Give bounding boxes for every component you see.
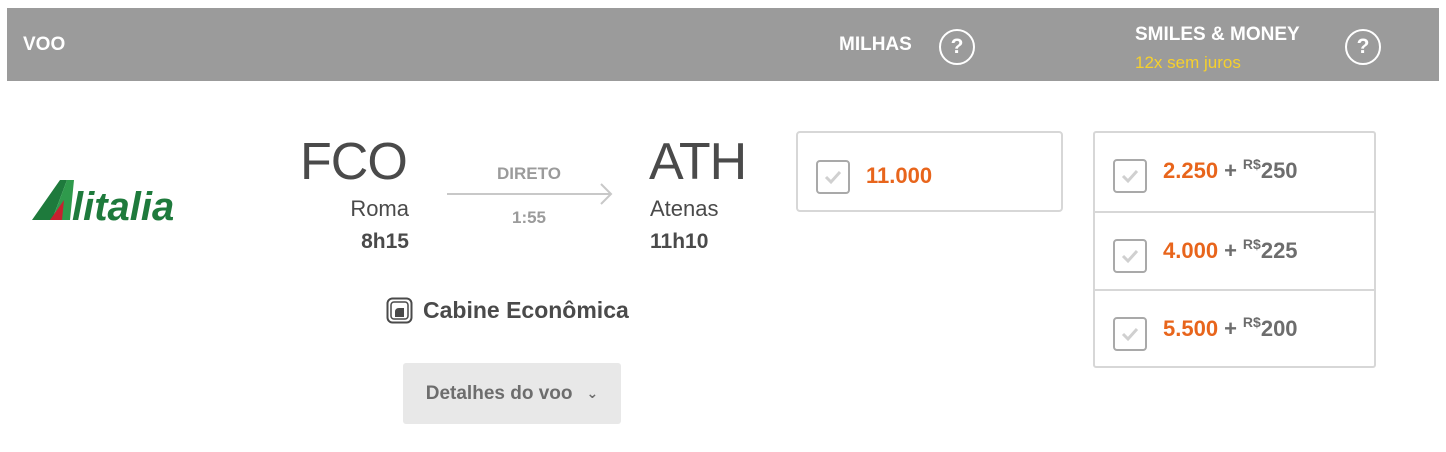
option-currency: R$ [1242, 236, 1261, 252]
stops-label: DIRETO [497, 164, 561, 183]
checkmark-icon [1121, 169, 1139, 184]
flight-duration: 1:55 [511, 208, 547, 227]
option-money: 225 [1260, 238, 1298, 263]
smiles-money-options: 2.250 + R$250 4.000 + R$225 5.500 + R$200 [1093, 131, 1376, 368]
checkmark-icon [824, 170, 842, 185]
column-voo-label: VOO [23, 34, 66, 55]
option-miles: 5.500 [1163, 316, 1219, 341]
seat-icon [386, 297, 413, 324]
option-money: 250 [1260, 158, 1298, 183]
option-currency: R$ [1242, 156, 1261, 172]
milhas-help-icon[interactable]: ? [939, 29, 975, 65]
origin-code: FCO [300, 133, 408, 191]
arrival-time: 11h10 [650, 230, 709, 253]
option-miles: 2.250 [1163, 158, 1219, 183]
column-milhas-label: MILHAS [839, 34, 912, 55]
checkmark-icon [1121, 327, 1139, 342]
option-plus: + [1224, 316, 1237, 341]
flight-details-label: Detalhes do voo [425, 382, 573, 404]
departure-time: 8h15 [361, 230, 409, 253]
option-miles: 4.000 [1163, 238, 1219, 263]
smiles-money-option[interactable]: 4.000 + R$225 [1095, 211, 1374, 291]
flight-details-button[interactable]: Detalhes do voo ⌄ [403, 363, 621, 424]
option-plus: + [1224, 238, 1237, 263]
smiles-money-option[interactable]: 2.250 + R$250 [1095, 133, 1374, 211]
smiles-money-option[interactable]: 5.500 + R$200 [1095, 289, 1374, 369]
miles-option-checkbox[interactable] [816, 160, 850, 194]
cabin-class: Cabine Econômica [423, 297, 629, 323]
option-checkbox[interactable] [1113, 239, 1147, 273]
destination-city: Atenas [650, 196, 719, 221]
option-checkbox[interactable] [1113, 159, 1147, 193]
chevron-down-icon: ⌄ [586, 385, 599, 401]
destination-code: ATH [649, 133, 747, 191]
option-checkbox[interactable] [1113, 317, 1147, 351]
miles-option-card[interactable]: 11.000 [796, 131, 1063, 212]
results-header: VOO MILHAS ? SMILES & MONEY 12x sem juro… [7, 8, 1439, 81]
checkmark-icon [1121, 249, 1139, 264]
option-price: 4.000 + R$225 [1163, 236, 1298, 264]
option-currency: R$ [1242, 314, 1261, 330]
installments-label: 12x sem juros [1135, 53, 1241, 72]
smiles-money-help-icon[interactable]: ? [1345, 29, 1381, 65]
route-arrow-icon [447, 183, 613, 205]
option-price: 2.250 + R$250 [1163, 156, 1298, 184]
origin-city: Roma [350, 196, 409, 221]
alitalia-logo: litalia [32, 180, 174, 224]
miles-value: 11.000 [866, 163, 933, 188]
alitalia-logo-text: litalia [72, 185, 174, 224]
option-plus: + [1224, 158, 1237, 183]
option-money: 200 [1260, 316, 1298, 341]
option-price: 5.500 + R$200 [1163, 314, 1298, 342]
column-smiles-money-label: SMILES & MONEY [1135, 24, 1300, 45]
